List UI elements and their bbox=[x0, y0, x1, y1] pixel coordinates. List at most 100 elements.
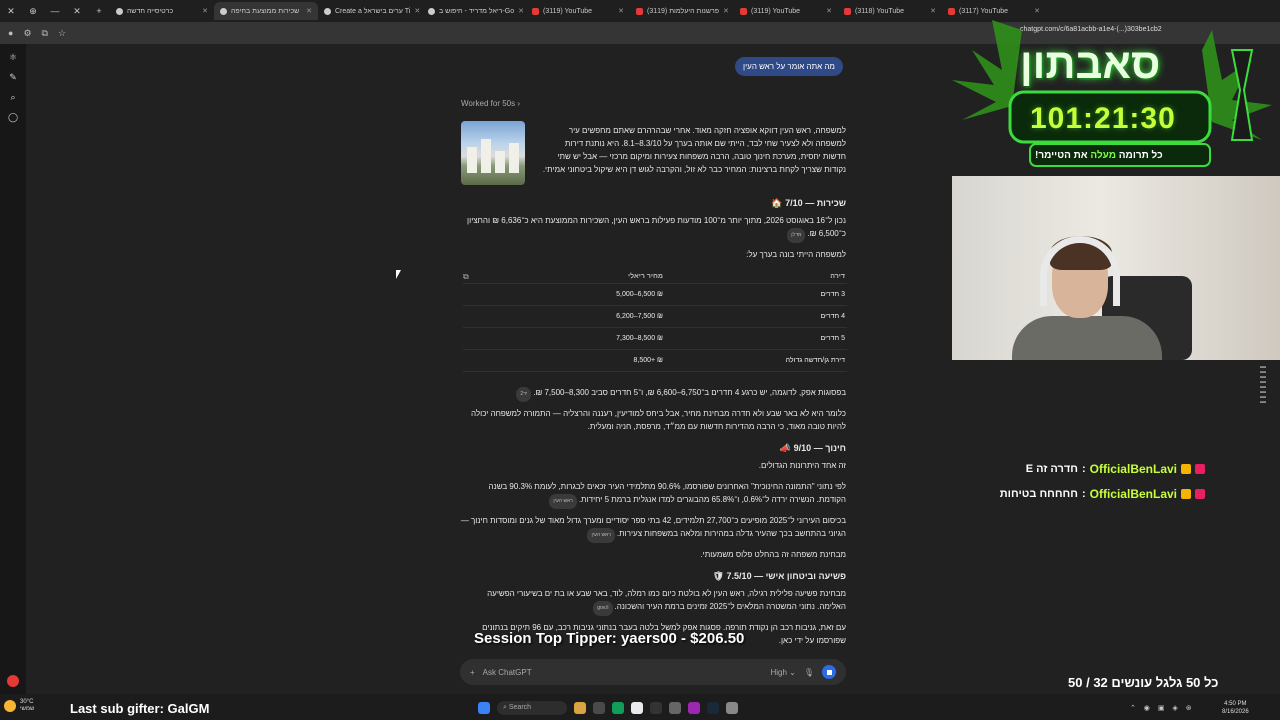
taskbar-apps: ⌕ Search bbox=[478, 701, 738, 715]
crime-heading: פשיעה וביטחון אישי — 7.5/10 🛡 bbox=[712, 571, 846, 581]
tab-5[interactable]: (3119) פרשנות היעלמות ✕ bbox=[630, 2, 734, 20]
app-icon[interactable] bbox=[688, 702, 700, 714]
tab-favicon-icon bbox=[116, 7, 123, 15]
source-chip[interactable]: יד2 bbox=[516, 387, 532, 402]
chat-composer: + Ask ChatGPT High ⌄ 🎙 bbox=[460, 659, 846, 685]
tab-favicon-icon bbox=[220, 7, 227, 15]
task-view-icon[interactable] bbox=[593, 702, 605, 714]
source-chip[interactable]: מדלן bbox=[787, 228, 806, 243]
taskbar-search[interactable]: ⌕ Search bbox=[497, 701, 567, 715]
table-row: דירת גן/חדשה גדולה ₪ +8,500 bbox=[463, 350, 847, 372]
weather-widget[interactable]: 30°C שמשי bbox=[4, 699, 34, 713]
chrome-icon[interactable] bbox=[631, 702, 643, 714]
table-header-row: דירה מחיר ריאלי bbox=[463, 270, 847, 284]
system-tray[interactable]: ⌃ ◉ ▣ ◈ ⊛ bbox=[1130, 704, 1195, 712]
model-selector[interactable]: High ⌄ bbox=[770, 668, 795, 677]
crown-badge-icon bbox=[1181, 464, 1191, 474]
youtube-favicon-icon bbox=[636, 7, 643, 15]
education-paragraph-1: לפי נתוני "התמונה החינוכית" האחרונים שפו… bbox=[460, 480, 846, 509]
rent-heading: שכירות — 7/10 🏠 bbox=[771, 198, 846, 208]
compare-paragraph: כלומר היא לא באר שבע ולא חדרה מבחינת מחי… bbox=[471, 409, 846, 431]
scroll-indicator[interactable]: ▬ ▬ ▬ ▬ ▬ ▬ ▬ ▬ bbox=[1258, 364, 1268, 425]
stop-generating-button[interactable] bbox=[822, 665, 836, 679]
education-heading: חינוך — 9/10 📣 bbox=[779, 443, 846, 453]
minimize-icon[interactable]: — bbox=[44, 6, 66, 16]
profile-icon[interactable]: ● bbox=[8, 28, 13, 38]
listings-paragraph: בפסוגות אפק, לדוגמה, יש כרגע 4 חדרים ב־6… bbox=[460, 386, 846, 402]
table-row: 3 חדרים ₪ 6,500–5,000 bbox=[463, 284, 847, 306]
composer-input[interactable]: Ask ChatGPT bbox=[483, 668, 763, 677]
openai-logo-icon[interactable]: ⚛ bbox=[9, 52, 17, 63]
close-tab-icon[interactable]: ✕ bbox=[66, 6, 88, 17]
headset-icon bbox=[1040, 236, 1120, 306]
taskbar-clock[interactable]: 4:50 PM 8/16/2026 bbox=[1222, 700, 1249, 716]
rent-paragraph: נכון ל־16 באוגוסט 2026, מתוך יותר מ־100 … bbox=[460, 214, 846, 243]
search-icon[interactable]: ⌕ bbox=[10, 92, 15, 103]
steam-icon[interactable] bbox=[707, 702, 719, 714]
add-attachment-icon[interactable]: + bbox=[470, 668, 475, 677]
chatgpt-sidebar: ⚛ ✎ ⌕ ◯ bbox=[0, 44, 26, 694]
close-window-icon[interactable]: ✕ bbox=[0, 6, 22, 17]
worked-for-toggle[interactable]: Worked for 50s › bbox=[461, 99, 520, 108]
tab-search-icon[interactable]: ⧉ bbox=[42, 28, 48, 39]
stream-chat-message: OfficialBenLavi : חחחחח בטיחות bbox=[965, 487, 1205, 501]
tab-close-icon[interactable]: ✕ bbox=[202, 7, 208, 15]
mouse-cursor bbox=[396, 270, 401, 279]
building-shape bbox=[481, 139, 491, 173]
city-thumbnail-image[interactable] bbox=[461, 121, 525, 185]
source-chip[interactable]: ראש העין bbox=[549, 494, 577, 509]
youtube-favicon-icon bbox=[532, 7, 539, 15]
table-intro: למשפחה הייתי בונה בערך על: bbox=[746, 250, 846, 259]
library-icon[interactable]: ◯ bbox=[8, 112, 18, 123]
stop-icon bbox=[826, 669, 832, 675]
subathon-title: סאבתון bbox=[1020, 40, 1161, 87]
tab-close-icon[interactable]: ✕ bbox=[306, 7, 312, 15]
tab-close-icon[interactable]: ✕ bbox=[723, 7, 729, 15]
donate-tagline: כל תרומה מעלה את הטיימר! bbox=[1035, 150, 1163, 161]
app-icon[interactable] bbox=[726, 702, 738, 714]
education-paragraph-3: מבחינת משפחה זה בהחלט פלוס משמעותי. bbox=[700, 550, 846, 559]
tab-close-icon[interactable]: ✕ bbox=[518, 7, 524, 15]
edge-icon[interactable] bbox=[612, 702, 624, 714]
extensions-icon[interactable]: ⚙ bbox=[23, 28, 31, 39]
tab-1[interactable]: שכירות ממוצעת בחיפה ✕ bbox=[214, 2, 318, 20]
start-icon[interactable] bbox=[478, 702, 490, 714]
last-sub-gifter: Last sub gifter: GalGM bbox=[70, 701, 210, 716]
tab-2[interactable]: Create a ערים בישראל Ti ✕ bbox=[318, 2, 422, 20]
tab-close-icon[interactable]: ✕ bbox=[618, 7, 624, 15]
source-chip[interactable]: gov.il bbox=[593, 601, 613, 616]
education-subtitle: זה אחד היתרונות הגדולים. bbox=[758, 461, 846, 470]
microphone-icon[interactable]: 🎙 bbox=[804, 668, 814, 677]
rent-table: דירה מחיר ריאלי 3 חדרים ₪ 6,500–5,000 4 … bbox=[463, 270, 847, 372]
building-shape bbox=[467, 147, 477, 173]
app-icon[interactable] bbox=[669, 702, 681, 714]
youtube-favicon-icon bbox=[844, 7, 851, 15]
tab-7[interactable]: (3118) YouTube ✕ bbox=[838, 2, 942, 20]
house-icon: 🏠 bbox=[771, 198, 783, 208]
sub-badge-icon bbox=[1195, 489, 1205, 499]
table-row: 5 חדרים ₪ 8,500–7,300 bbox=[463, 328, 847, 350]
user-avatar[interactable] bbox=[7, 675, 19, 687]
tab-0[interactable]: כרטיסייה חדשה ✕ bbox=[110, 2, 214, 20]
user-message-bubble: מה אתה אומר על ראש העין bbox=[735, 57, 843, 76]
webcam-feed bbox=[952, 176, 1280, 360]
tab-close-icon[interactable]: ✕ bbox=[826, 7, 832, 15]
building-shape bbox=[509, 143, 519, 173]
tab-3[interactable]: ריאל מדריד - חיפוש ב-Go ✕ bbox=[422, 2, 526, 20]
youtube-favicon-icon bbox=[740, 7, 747, 15]
tab-close-icon[interactable]: ✕ bbox=[414, 7, 420, 15]
tab-6[interactable]: (3119) YouTube ✕ bbox=[734, 2, 838, 20]
building-shape bbox=[495, 151, 505, 173]
sub-badge-icon bbox=[1195, 464, 1205, 474]
intro-paragraph: למשפחה, ראש העין דווקא אופציה חזקה מאוד.… bbox=[542, 126, 846, 174]
google-favicon-icon bbox=[428, 7, 435, 15]
browser-menu-icon[interactable]: ⊕ bbox=[22, 6, 44, 17]
file-explorer-icon[interactable] bbox=[574, 702, 586, 714]
obs-icon[interactable] bbox=[650, 702, 662, 714]
bookmark-star-icon[interactable]: ☆ bbox=[58, 28, 66, 39]
top-tipper-overlay: Session Top Tipper: yaers00 - $206.50 bbox=[474, 630, 745, 647]
source-chip[interactable]: ראש העין bbox=[587, 528, 615, 543]
new-chat-icon[interactable]: ✎ bbox=[9, 72, 17, 83]
tab-4[interactable]: (3119) YouTube ✕ bbox=[526, 2, 630, 20]
new-tab-icon[interactable]: + bbox=[88, 6, 110, 16]
